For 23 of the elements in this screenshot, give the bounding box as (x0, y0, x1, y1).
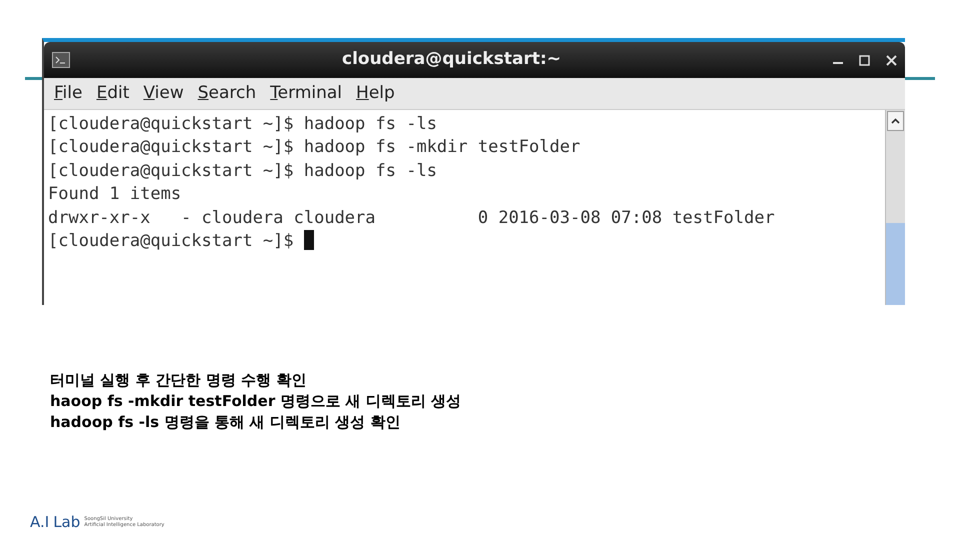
logo-word: Lab (53, 512, 80, 533)
terminal-line: [cloudera@quickstart ~]$ hadoop fs -ls (48, 160, 437, 181)
menu-item[interactable]: Search (198, 80, 256, 106)
terminal-line: [cloudera@quickstart ~]$ (48, 231, 295, 252)
note-line: haoop fs -mkdir testFolder 명령으로 새 디렉토리 생성 (50, 391, 462, 412)
terminal-line: Found 1 items (48, 184, 182, 204)
note-line: 터미널 실행 후 간단한 명령 수행 확인 (50, 370, 308, 391)
caret-icon[interactable] (891, 118, 900, 124)
scrollbar[interactable] (885, 110, 905, 305)
menu-item[interactable]: Help (356, 80, 395, 106)
maximize-icon[interactable] (859, 54, 870, 66)
menu-item[interactable]: Terminal (270, 80, 342, 106)
menu-item[interactable]: Edit (96, 80, 130, 106)
terminal-line: drwxr-xr-x - cloudera cloudera 0 2016-03-08 07:08 testFolder (48, 208, 775, 228)
window-title: cloudera@quickstart:~ (341, 48, 562, 72)
menu-item[interactable]: File (54, 80, 82, 106)
logo-mark: A.I (30, 512, 50, 533)
note-line: hadoop fs -ls 명령을 통해 새 디렉토리 생성 확인 (50, 412, 402, 433)
terminal-line: [cloudera@quickstart ~]$ hadoop fs -ls (48, 114, 437, 134)
menu-item[interactable]: View (143, 80, 184, 106)
close-icon[interactable] (886, 54, 897, 66)
terminal-icon (52, 52, 70, 68)
terminal-line: [cloudera@quickstart ~]$ hadoop fs -mkdir testFolder (48, 137, 580, 158)
